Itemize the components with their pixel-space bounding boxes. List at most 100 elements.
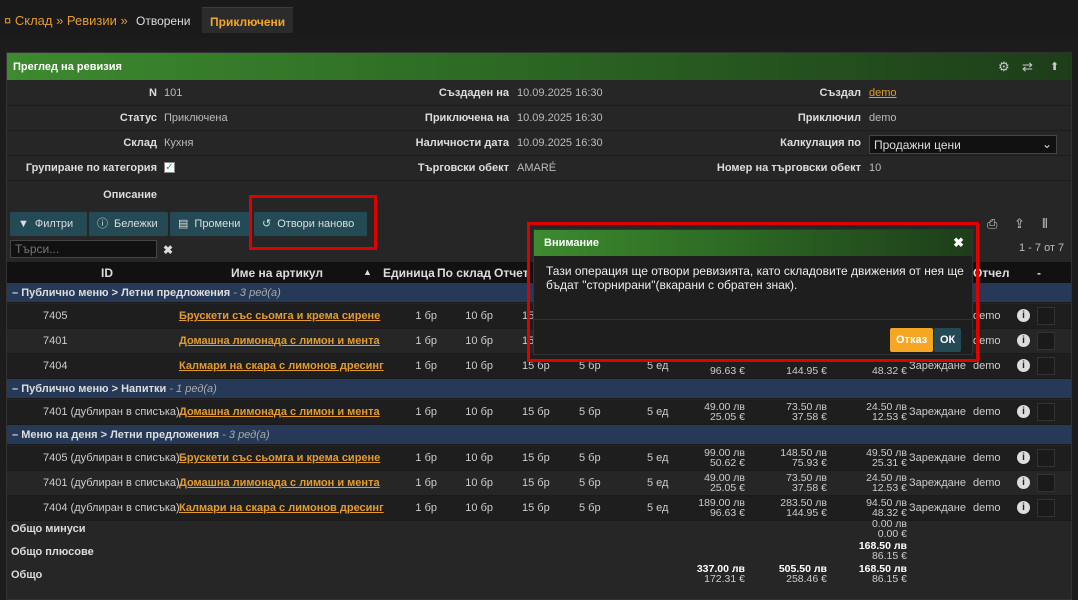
col-counted[interactable]: Отчет bbox=[494, 266, 529, 280]
row-action-box[interactable] bbox=[1037, 357, 1055, 375]
outlet-no-label: Номер на търговски обект bbox=[716, 162, 861, 174]
col-last: - bbox=[1037, 266, 1041, 280]
row-action-box[interactable] bbox=[1037, 332, 1055, 350]
collapse-icon[interactable]: ⬆ bbox=[1050, 60, 1059, 73]
total-1-eur: 172.31 € bbox=[704, 573, 745, 585]
reopen-highlight bbox=[249, 195, 377, 250]
calc-select[interactable]: Продажни цени ⌄ bbox=[869, 135, 1057, 154]
outlet-value: AMARÉ bbox=[517, 162, 557, 174]
created-on-label: Създаден на bbox=[438, 87, 509, 99]
cell-value-3-eur: 12.53 € bbox=[871, 411, 907, 423]
cell-id: 7401 bbox=[43, 335, 68, 347]
tab-open[interactable]: Отворени bbox=[128, 7, 198, 33]
total-1-values: 337.00 лв 172.31 € bbox=[697, 564, 745, 585]
cell-unit: 1 бр bbox=[415, 406, 437, 418]
col-name[interactable]: Име на артикул bbox=[231, 266, 323, 280]
cell-stock: 10 бр bbox=[465, 452, 493, 464]
col-id[interactable]: ID bbox=[101, 266, 113, 280]
cell-type: Зареждане bbox=[909, 452, 966, 464]
warehouse-value: Кухня bbox=[164, 137, 194, 149]
group-count: - 3 ред(а) bbox=[233, 287, 281, 299]
table-row: 7405 (дублиран в списъка) Брускети със сь… bbox=[7, 446, 1071, 471]
export-icon[interactable]: ⇪ bbox=[1014, 216, 1025, 232]
cell-value-1-eur: 50.62 € bbox=[709, 457, 745, 469]
stock-date-label: Наличности дата bbox=[415, 137, 509, 149]
group-row[interactable]: – Публично меню > Напитки - 1 ред(а) bbox=[7, 379, 1071, 399]
breadcrumb[interactable]: ¤ Склад » Ревизии » bbox=[4, 13, 128, 28]
article-link[interactable]: Домашна лимонада с лимон и мента bbox=[179, 406, 380, 418]
cell-unit: 1 бр bbox=[415, 360, 437, 372]
cell-value-1-eur: 96.63 € bbox=[709, 365, 745, 377]
group-row[interactable]: – Меню на деня > Летни предложения - 3 р… bbox=[7, 425, 1071, 445]
panel-header: Преглед на ревизия ⚙ ⇄ ⬆ bbox=[7, 53, 1071, 80]
search-input[interactable] bbox=[10, 240, 157, 258]
article-link[interactable]: Брускети със сьомга и крема сирене bbox=[179, 452, 380, 464]
article-link[interactable]: Домашна лимонада с лимон и мента bbox=[179, 335, 380, 347]
cell-type: Зареждане bbox=[909, 502, 966, 514]
group-checkbox[interactable]: ✓ bbox=[164, 162, 175, 173]
cell-value-3-eur: 12.53 € bbox=[871, 482, 907, 494]
cell-user: demo bbox=[973, 502, 1001, 514]
cell-value-2-eur: 75.93 € bbox=[791, 457, 827, 469]
row-action-box[interactable] bbox=[1037, 474, 1055, 492]
info-icon[interactable]: i bbox=[1017, 476, 1030, 489]
article-link[interactable]: Домашна лимонада с лимон и мента bbox=[179, 477, 380, 489]
info-icon: ⓘ bbox=[97, 218, 108, 230]
group-label: Групиране по категория bbox=[25, 162, 157, 174]
cell-value-1: 49.00 лв 25.05 € bbox=[704, 402, 745, 423]
calc-select-value: Продажни цени bbox=[874, 138, 961, 152]
group-title-text: Публично меню > Напитки bbox=[21, 383, 167, 395]
row-action-box[interactable] bbox=[1037, 307, 1055, 325]
changes-button[interactable]: ▤ Промени bbox=[170, 212, 250, 236]
info-icon[interactable]: i bbox=[1017, 359, 1030, 372]
article-link[interactable]: Калмари на скара с лимонов дресинг bbox=[179, 360, 384, 372]
cell-value-1: 49.00 лв 25.05 € bbox=[704, 473, 745, 494]
info-icon[interactable]: i bbox=[1017, 309, 1030, 322]
info-icon[interactable]: i bbox=[1017, 501, 1030, 514]
tab-closed[interactable]: Приключени bbox=[202, 7, 294, 33]
columns-icon[interactable]: ⦀ bbox=[1042, 216, 1048, 232]
row-action-box[interactable] bbox=[1037, 499, 1055, 517]
cell-value-2: 73.50 лв 37.58 € bbox=[786, 473, 827, 494]
n-label: N bbox=[149, 87, 157, 99]
notes-button[interactable]: ⓘ Бележки bbox=[89, 212, 168, 236]
filter-icon: ▼ bbox=[18, 218, 29, 230]
cell-type: Зареждане bbox=[909, 406, 966, 418]
cell-diff: 5 бр bbox=[579, 406, 601, 418]
sort-asc-icon[interactable]: ▲ bbox=[363, 267, 372, 277]
cell-stock: 10 бр bbox=[465, 360, 493, 372]
info-icon[interactable]: i bbox=[1017, 405, 1030, 418]
filters-button[interactable]: ▼ Филтри bbox=[10, 212, 87, 236]
closed-on-value: 10.09.2025 16:30 bbox=[517, 112, 603, 124]
created-by-label: Създал bbox=[819, 87, 861, 99]
cell-value-1-eur: 96.63 € bbox=[709, 507, 745, 519]
article-link[interactable]: Калмари на скара с лимонов дресинг bbox=[179, 502, 384, 514]
gear-icon[interactable]: ⚙ bbox=[998, 59, 1010, 75]
swap-icon[interactable]: ⇄ bbox=[1022, 59, 1033, 75]
row-action-box[interactable] bbox=[1037, 449, 1055, 467]
print-icon[interactable]: ⎙ bbox=[987, 216, 997, 232]
group-title: – Публично меню > Летни предложения - 3 … bbox=[12, 287, 281, 299]
total-plus-values: 168.50 лв 86.15 € bbox=[859, 541, 907, 562]
created-on-value: 10.09.2025 16:30 bbox=[517, 87, 603, 99]
col-by-warehouse[interactable]: По склад bbox=[437, 266, 491, 280]
info-icon[interactable]: i bbox=[1017, 451, 1030, 464]
group-toggle-icon[interactable]: – bbox=[12, 287, 18, 299]
form-row-2: Статус Приключена Приключена на 10.09.20… bbox=[7, 106, 1071, 131]
col-unit[interactable]: Единица bbox=[383, 266, 435, 280]
created-by-link[interactable]: demo bbox=[869, 87, 897, 99]
description-label: Описание bbox=[103, 189, 157, 201]
group-title-text: Меню на деня > Летни предложения bbox=[21, 429, 220, 441]
outlet-no-value: 10 bbox=[869, 162, 882, 174]
article-link[interactable]: Брускети със сьомга и крема сирене bbox=[179, 310, 380, 322]
cell-stock: 10 бр bbox=[465, 406, 493, 418]
cell-value-2-eur: 144.95 € bbox=[786, 365, 827, 377]
table-row: 7401 (дублиран в списъка) Домашна лимонад… bbox=[7, 471, 1071, 496]
clear-search-icon[interactable]: ✖ bbox=[163, 243, 173, 257]
row-action-box[interactable] bbox=[1037, 403, 1055, 421]
cell-counted: 15 бр bbox=[522, 477, 550, 489]
group-toggle-icon[interactable]: – bbox=[12, 429, 18, 441]
group-toggle-icon[interactable]: – bbox=[12, 383, 18, 395]
total-minus-label: Общо минуси bbox=[11, 523, 86, 535]
info-icon[interactable]: i bbox=[1017, 334, 1030, 347]
